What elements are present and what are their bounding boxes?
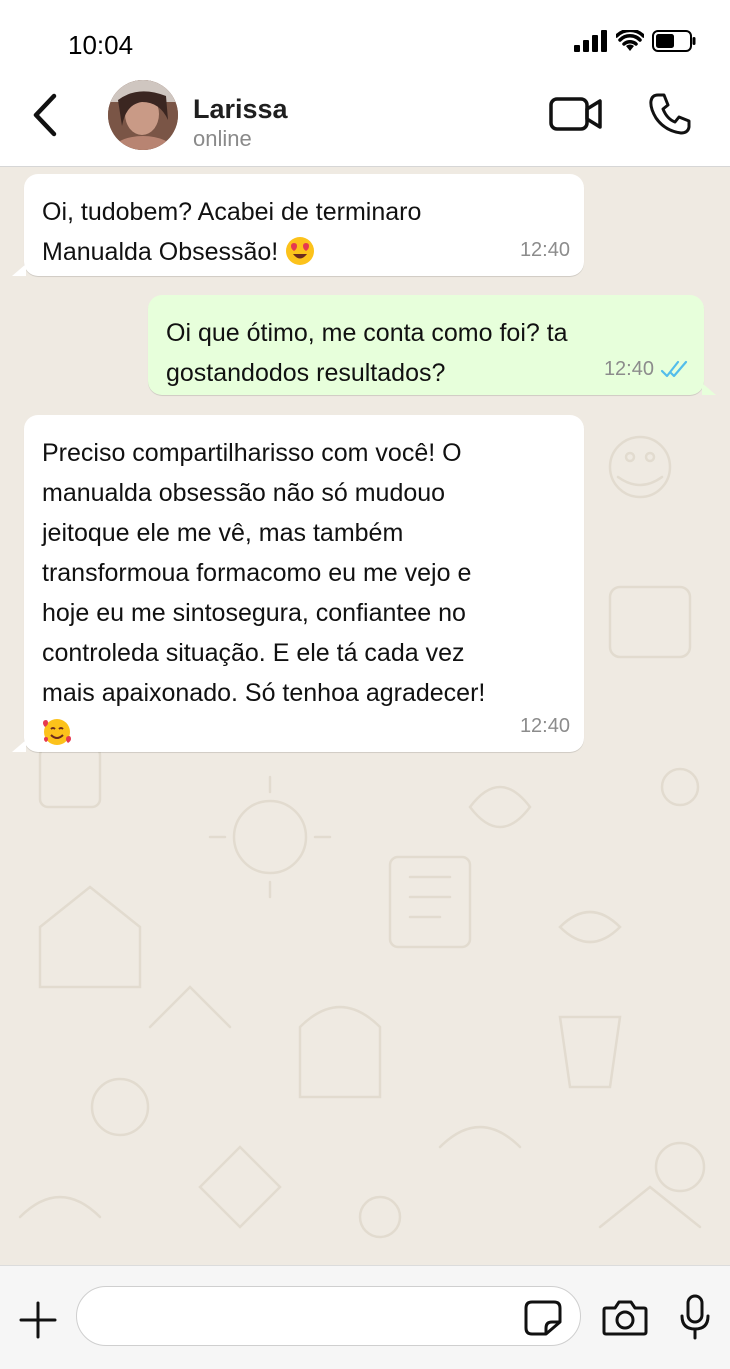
message-outgoing[interactable]: Oi que ótimo, me conta como foi? ta gost… [148, 295, 716, 395]
message-input[interactable] [76, 1286, 581, 1346]
input-bar [0, 1265, 730, 1369]
message-text: Preciso compartilharisso com você! O man… [24, 415, 584, 753]
message-incoming[interactable]: Preciso compartilharisso com você! O man… [12, 415, 584, 753]
battery-icon [652, 30, 696, 52]
message-text: Oi, tudobem? Acabei de terminaro Manuald… [42, 198, 422, 266]
signal-icon [574, 30, 607, 52]
microphone-icon[interactable] [678, 1294, 712, 1340]
avatar[interactable] [108, 80, 178, 150]
message-incoming[interactable]: Oi, tudobem? Acabei de terminaro Manuald… [12, 174, 584, 276]
chat-header: Larissa online [0, 80, 730, 167]
message-meta: 12:40 [604, 349, 690, 389]
sticker-icon[interactable] [524, 1300, 562, 1336]
plus-icon[interactable] [18, 1300, 58, 1340]
status-bar: 10:04 [0, 0, 730, 80]
contact-name[interactable]: Larissa [193, 94, 288, 125]
chat-area[interactable]: Oi, tudobem? Acabei de terminaro Manuald… [0, 167, 730, 1265]
smiling-face-with-heart-eyes-icon [286, 237, 315, 265]
wifi-icon [616, 30, 644, 51]
message-meta: 12:40 [520, 706, 570, 746]
status-icons [574, 30, 696, 52]
video-camera-icon[interactable] [548, 94, 604, 134]
smiling-face-with-hearts-icon [43, 719, 71, 745]
double-check-icon [660, 360, 688, 378]
message-meta: 12:40 [520, 230, 570, 270]
camera-icon[interactable] [602, 1300, 648, 1336]
message-time: 12:40 [603, 358, 654, 380]
phone-icon[interactable] [648, 92, 692, 136]
message-time: 12:40 [519, 715, 570, 737]
contact-status: online [193, 126, 252, 151]
chevron-left-icon[interactable] [26, 92, 66, 138]
message-time: 12:40 [519, 239, 570, 261]
status-time: 10:04 [68, 30, 134, 60]
